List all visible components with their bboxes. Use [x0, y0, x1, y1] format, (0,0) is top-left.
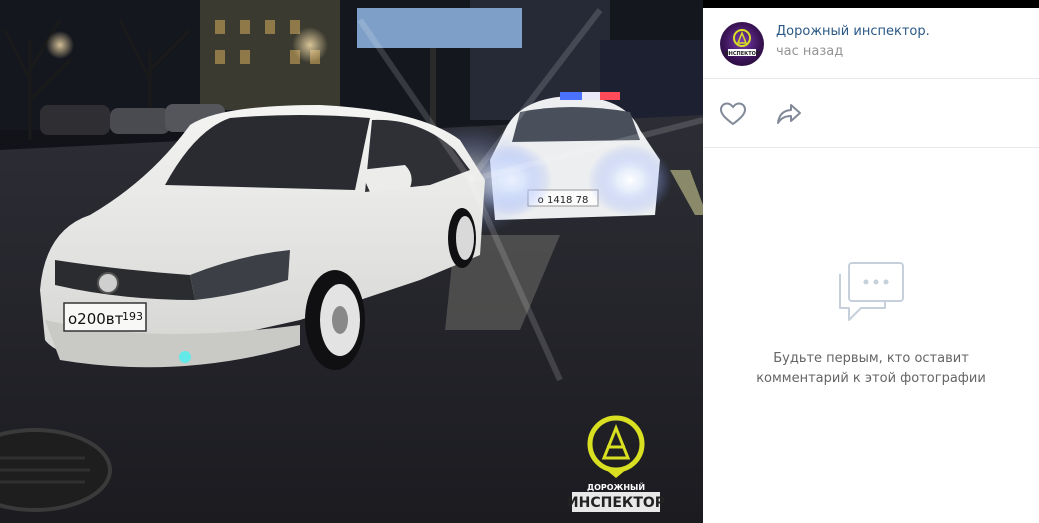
svg-text:ИНСПЕКТОР: ИНСПЕКТОР — [567, 495, 665, 511]
car-plate-region: 193 — [122, 310, 143, 323]
car-plate-number: о200вт — [68, 310, 124, 328]
avatar[interactable]: ИНСПЕКТОР — [720, 22, 764, 66]
share-arrow-icon — [777, 104, 801, 124]
heart-icon — [719, 102, 747, 126]
empty-comments-message: Будьте первым, кто оставит комментарий к… — [703, 349, 1039, 389]
empty-comments-line-1: Будьте первым, кто оставит — [773, 351, 969, 366]
comment-bubble-icon — [839, 262, 904, 321]
post-time[interactable]: час назад — [776, 44, 843, 59]
comments-empty-state: Будьте первым, кто оставит комментарий к… — [703, 148, 1039, 523]
like-button[interactable] — [719, 101, 747, 127]
post-side-panel: ИНСПЕКТОР Дорожный инспектор. час назад … — [703, 8, 1039, 523]
top-bar — [703, 0, 1039, 8]
author-name-link[interactable]: Дорожный инспектор. — [776, 24, 930, 39]
svg-text:ИНСПЕКТОР: ИНСПЕКТОР — [724, 51, 759, 57]
svg-text:ДОРОЖНЫЙ: ДОРОЖНЫЙ — [587, 481, 645, 492]
post-header: ИНСПЕКТОР Дорожный инспектор. час назад — [703, 8, 1039, 79]
share-button[interactable] — [775, 101, 803, 127]
post-photo[interactable]: о 1418 78 о200вт 193 ДОРОЖНЫЙ ИНСПЕКТОР — [0, 0, 703, 523]
empty-comments-line-2: комментарий к этой фотографии — [756, 371, 986, 386]
post-actions — [703, 79, 1039, 148]
